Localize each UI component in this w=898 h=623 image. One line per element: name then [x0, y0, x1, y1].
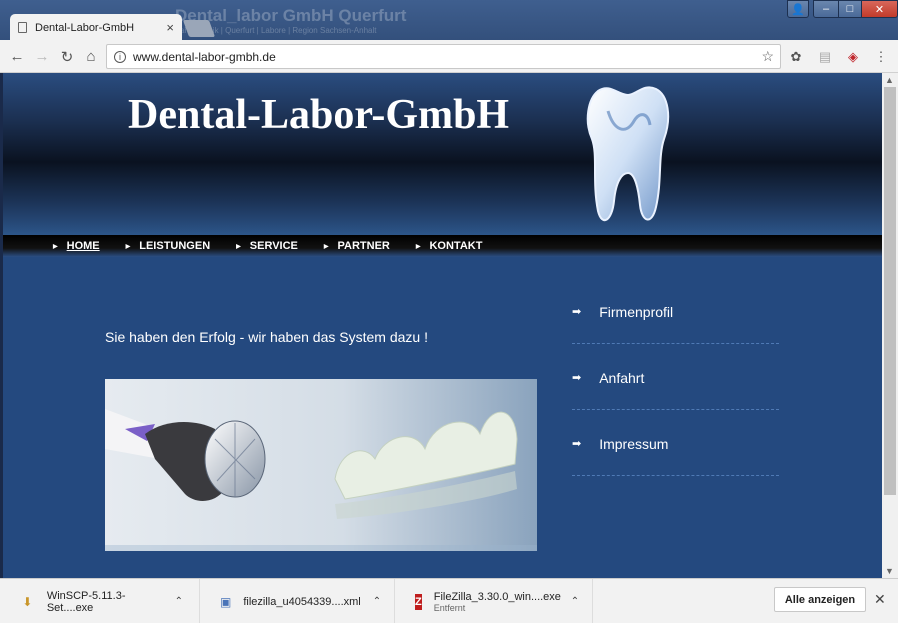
tab-active[interactable]: Dental-Labor-GmbH × [10, 14, 182, 41]
nav-label[interactable]: SERVICE [250, 240, 298, 252]
arrow-right-icon: ➡ [572, 306, 582, 318]
nav-label[interactable]: HOME [67, 240, 100, 252]
arrow-right-icon: ➡ [572, 438, 582, 450]
filezilla-icon: Z [415, 593, 422, 610]
maximize-button[interactable]: □ [838, 0, 862, 18]
minimize-button[interactable]: – [813, 0, 839, 18]
page-icon [18, 22, 27, 33]
window-titlebar: Dental_labor GmbH Querfurt Zahntechnik |… [0, 0, 898, 41]
extension-icon-1[interactable]: ✿ [788, 49, 804, 65]
close-download-bar-icon[interactable]: ✕ [874, 591, 886, 608]
nav-bullet-icon: ▶ [415, 243, 421, 250]
nav-label[interactable]: LEISTUNGEN [139, 240, 210, 252]
info-icon[interactable]: i [114, 50, 126, 63]
nav-bullet-icon: ▶ [125, 243, 131, 250]
tooth-logo-icon [586, 86, 670, 222]
side-link-label[interactable]: Impressum [599, 436, 668, 452]
nav-label[interactable]: KONTAKT [429, 240, 482, 252]
chevron-up-icon[interactable]: ⌃ [373, 596, 381, 607]
installer-icon: ⬇ [22, 594, 33, 609]
close-tab-icon[interactable]: × [166, 20, 174, 35]
nav-leistungen[interactable]: ▶ LEISTUNGEN [126, 240, 211, 252]
download-filename[interactable]: filezilla_u4054339....xml [243, 596, 360, 608]
home-icon[interactable]: ⌂ [82, 48, 100, 65]
side-link-label[interactable]: Anfahrt [599, 370, 644, 386]
vertical-scrollbar[interactable]: ▲ ▼ [882, 73, 898, 578]
download-status: Entfernt [433, 602, 466, 613]
bookmark-star-icon[interactable]: ☆ [761, 48, 774, 65]
web-page: Dental-Labor-GmbH ▶ HOME ▶ LEISTUNGEN ▶ … [3, 73, 882, 578]
download-filename[interactable]: WinSCP-5.11.3-Set....exe [47, 590, 163, 614]
download-item[interactable]: ⬇ WinSCP-5.11.3-Set....exe ⌃ [0, 579, 200, 623]
nav-service[interactable]: ▶ SERVICE [236, 240, 298, 252]
show-all-downloads-button[interactable]: Alle anzeigen [774, 587, 866, 612]
nav-kontakt[interactable]: ▶ KONTAKT [416, 240, 483, 252]
nav-bullet-icon: ▶ [236, 243, 241, 250]
side-link-label[interactable]: Firmenprofil [599, 304, 673, 320]
close-window-button[interactable]: ✕ [861, 0, 898, 18]
nav-home[interactable]: ▶ HOME [53, 240, 100, 252]
link-impressum[interactable]: ➡ Impressum [572, 412, 779, 476]
back-icon[interactable]: ← [8, 48, 26, 65]
nav-bullet-icon: ▶ [323, 243, 329, 250]
download-bar: ⬇ WinSCP-5.11.3-Set....exe ⌃ ▣ filezilla… [0, 578, 898, 623]
download-item[interactable]: Z FileZilla_3.30.0_win....exe Entfernt ⌃ [395, 579, 593, 623]
main-navigation: ▶ HOME ▶ LEISTUNGEN ▶ SERVICE ▶ PARTNER … [3, 235, 882, 257]
menu-icon[interactable]: ⋮ [873, 49, 889, 65]
scroll-thumb[interactable] [884, 87, 896, 495]
profile-button[interactable]: 👤 [787, 0, 809, 18]
address-bar[interactable]: i www.dental-labor-gmbh.de ☆ [106, 44, 781, 69]
nav-partner[interactable]: ▶ PARTNER [324, 240, 390, 252]
nav-bullet-icon: ▶ [53, 243, 58, 250]
scroll-down-arrow-icon[interactable]: ▼ [885, 566, 894, 576]
download-text: filezilla_u4054339....xml [243, 596, 360, 608]
file-icon: ▣ [220, 594, 232, 609]
url-text[interactable]: www.dental-labor-gmbh.de [133, 50, 761, 64]
shield-extension-icon[interactable]: ◈ [845, 49, 861, 65]
arrow-right-icon: ➡ [572, 372, 582, 384]
extension-icon-2[interactable]: ▤ [817, 49, 833, 65]
site-header: Dental-Labor-GmbH [3, 73, 882, 235]
download-text: WinSCP-5.11.3-Set....exe [47, 590, 163, 614]
forward-icon[interactable]: → [33, 48, 51, 65]
link-firmenprofil[interactable]: ➡ Firmenprofil [572, 280, 779, 344]
download-item[interactable]: ▣ filezilla_u4054339....xml ⌃ [200, 579, 395, 623]
nav-label[interactable]: PARTNER [338, 240, 390, 252]
download-filename[interactable]: FileZilla_3.30.0_win....exe [434, 591, 561, 603]
tab-title: Dental-Labor-GmbH [35, 21, 135, 34]
site-title: Dental-Labor-GmbH [128, 92, 510, 138]
scroll-up-arrow-icon[interactable]: ▲ [885, 75, 894, 85]
reload-icon[interactable]: ↻ [58, 48, 76, 66]
chevron-up-icon[interactable]: ⌃ [571, 596, 579, 607]
chevron-up-icon[interactable]: ⌃ [175, 596, 183, 607]
tagline: Sie haben den Erfolg - wir haben das Sys… [105, 329, 428, 345]
download-text: FileZilla_3.30.0_win....exe Entfernt [433, 591, 561, 613]
hero-image [105, 379, 537, 551]
browser-toolbar: ← → ↻ ⌂ i www.dental-labor-gmbh.de ☆ ✿ ▤… [0, 40, 898, 73]
link-anfahrt[interactable]: ➡ Anfahrt [572, 346, 779, 410]
